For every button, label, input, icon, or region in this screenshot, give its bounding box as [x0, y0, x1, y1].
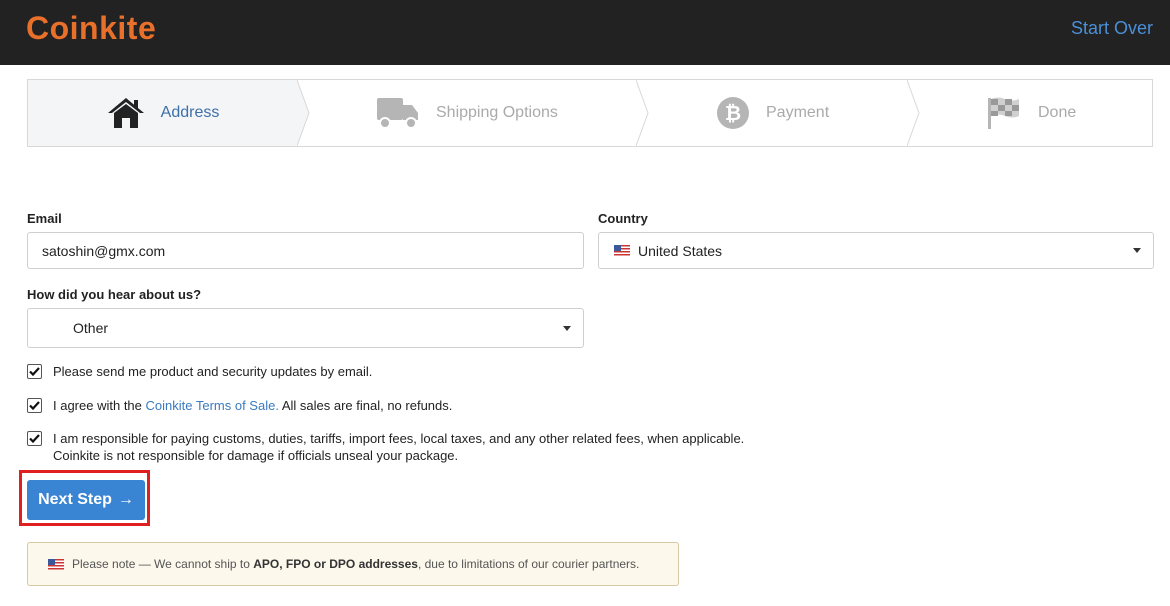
terms-checkbox-label: I agree with the Coinkite Terms of Sale.… — [53, 397, 452, 414]
customs-checkbox[interactable] — [27, 431, 42, 446]
terms-checkbox[interactable] — [27, 398, 42, 413]
check-icon — [29, 367, 40, 377]
checkered-flag-icon — [986, 96, 1022, 130]
us-flag-icon — [48, 558, 64, 570]
note-text: Please note — We cannot ship to APO, FPO… — [72, 557, 639, 571]
shipping-note: Please note — We cannot ship to APO, FPO… — [27, 542, 679, 586]
customs-checkbox-label: I am responsible for paying customs, dut… — [53, 430, 744, 464]
hear-about-value: Other — [73, 320, 109, 336]
step-address[interactable]: Address — [28, 80, 298, 146]
country-label: Country — [598, 211, 648, 226]
step-label: Done — [1038, 104, 1077, 121]
truck-icon — [376, 96, 420, 130]
hear-about-label: How did you hear about us? — [27, 287, 202, 302]
email-value: satoshin@gmx.com — [42, 242, 166, 259]
top-bar: Coinkite Start Over — [0, 0, 1170, 65]
step-divider — [907, 80, 920, 146]
country-select[interactable]: United States — [598, 232, 1154, 269]
home-icon — [107, 97, 145, 129]
email-field[interactable]: satoshin@gmx.com — [27, 232, 584, 269]
customs-line-2: Coinkite is not responsible for damage i… — [53, 448, 459, 463]
terms-of-sale-link[interactable]: Coinkite Terms of Sale. — [146, 398, 279, 413]
step-label: Payment — [766, 104, 830, 121]
step-label: Address — [160, 104, 220, 121]
start-over-link[interactable]: Start Over — [1071, 18, 1153, 39]
note-bold: APO, FPO or DPO addresses — [253, 557, 418, 571]
check-icon — [29, 434, 40, 444]
note-suffix: , due to limitations of our courier part… — [417, 557, 640, 571]
updates-checkbox[interactable] — [27, 364, 42, 379]
step-label: Shipping Options — [436, 104, 558, 121]
note-prefix: Please note — We cannot ship to — [72, 557, 254, 571]
arrow-right-icon: → — [117, 491, 134, 508]
customs-line-1: I am responsible for paying customs, dut… — [53, 431, 745, 446]
terms-suffix: All sales are final, no refunds. — [278, 398, 453, 413]
terms-prefix: I agree with the — [53, 398, 146, 413]
bitcoin-icon: ₿ — [716, 96, 750, 130]
coinkite-logo[interactable]: Coinkite — [26, 10, 156, 47]
svg-text:₿: ₿ — [725, 103, 741, 125]
checkout-steps: Address Shipping Options ₿ Payment Done — [27, 79, 1153, 147]
chevron-down-icon — [563, 326, 571, 331]
country-value: United States — [638, 242, 723, 259]
step-divider — [297, 80, 310, 146]
next-step-label: Next Step — [38, 491, 112, 508]
us-flag-icon — [614, 245, 630, 256]
chevron-down-icon — [1133, 248, 1141, 253]
updates-checkbox-label: Please send me product and security upda… — [53, 364, 373, 379]
check-icon — [29, 401, 40, 411]
step-divider — [636, 80, 649, 146]
hear-about-select[interactable]: Other — [27, 308, 584, 348]
next-step-button[interactable]: Next Step → — [27, 480, 145, 520]
email-label: Email — [27, 211, 62, 226]
step-shipping-options[interactable]: Shipping Options — [376, 80, 558, 146]
step-done[interactable]: Done — [986, 80, 1076, 146]
step-payment[interactable]: ₿ Payment — [716, 80, 829, 146]
